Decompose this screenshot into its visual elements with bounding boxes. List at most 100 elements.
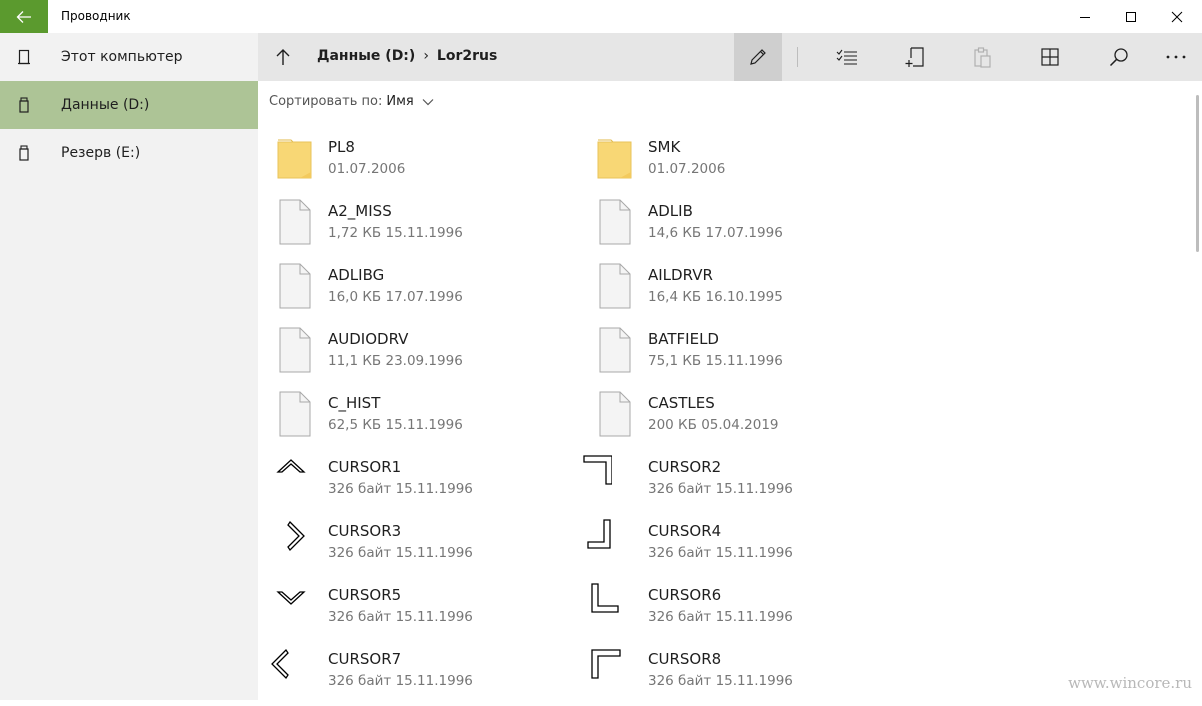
file-name: AUDIODRV (328, 330, 409, 348)
sidebar-item-this-pc[interactable]: Этот компьютер (0, 33, 258, 81)
cursor-icon (268, 646, 308, 696)
paste-icon (974, 47, 991, 68)
watermark: www.wincore.ru (1068, 674, 1192, 692)
cursor-icon (276, 518, 316, 568)
file-icon (276, 198, 316, 248)
file-name: CURSOR1 (328, 458, 402, 476)
file-item[interactable]: CURSOR1 326 байт 15.11.1996 (276, 454, 576, 514)
command-bar: Данные (D:) › Lor2rus (258, 33, 1202, 81)
sidebar-item-label: Резерв (E:) (61, 145, 141, 161)
app-title: Проводник (61, 9, 131, 23)
arrow-left-icon (16, 10, 31, 23)
file-icon (596, 198, 636, 248)
cursor-icon (572, 454, 613, 504)
more-icon (1166, 55, 1186, 59)
new-item-icon (905, 47, 924, 67)
chevron-down-icon (422, 98, 434, 105)
file-name: BATFIELD (648, 330, 719, 348)
file-item[interactable]: BATFIELD 75,1 КБ 15.11.1996 (596, 326, 896, 386)
file-item[interactable]: AILDRVR 16,4 КБ 16.10.1995 (596, 262, 896, 322)
file-name: A2_MISS (328, 202, 392, 220)
minimize-button[interactable] (1062, 0, 1108, 33)
scrollbar[interactable] (1196, 95, 1199, 252)
folder-icon (596, 134, 636, 184)
cursor-icon (590, 582, 630, 632)
file-item[interactable]: CURSOR5 326 байт 15.11.1996 (276, 582, 576, 642)
file-meta: 62,5 КБ 15.11.1996 (328, 417, 463, 433)
file-item[interactable]: AUDIODRV 11,1 КБ 23.09.1996 (276, 326, 576, 386)
file-name: CURSOR5 (328, 586, 402, 604)
breadcrumb-item-drive[interactable]: Данные (D:) (317, 48, 415, 64)
more-button[interactable] (1152, 33, 1200, 81)
drive-icon (19, 97, 29, 113)
file-name: CURSOR2 (648, 458, 722, 476)
file-meta: 16,0 КБ 17.07.1996 (328, 289, 463, 305)
view-button[interactable] (1026, 33, 1074, 81)
file-meta: 200 КБ 05.04.2019 (648, 417, 779, 433)
file-item[interactable]: CURSOR2 326 байт 15.11.1996 (583, 454, 896, 514)
file-item[interactable]: C_HIST 62,5 КБ 15.11.1996 (276, 390, 576, 450)
file-meta: 14,6 КБ 17.07.1996 (648, 225, 783, 241)
folder-icon (276, 134, 316, 184)
file-meta: 326 байт 15.11.1996 (648, 545, 793, 561)
close-button[interactable] (1154, 0, 1200, 33)
folder-item[interactable]: PL8 01.07.2006 (276, 134, 576, 194)
file-name: C_HIST (328, 394, 381, 412)
sidebar-item-drive-d[interactable]: Данные (D:) (0, 81, 258, 129)
edit-icon (750, 49, 766, 65)
file-name: CURSOR8 (648, 650, 722, 668)
file-meta: 326 байт 15.11.1996 (648, 609, 793, 625)
title-bar: Проводник (0, 0, 1202, 34)
computer-icon (18, 49, 30, 65)
file-item[interactable]: CURSOR3 326 байт 15.11.1996 (276, 518, 576, 578)
file-name: CURSOR3 (328, 522, 402, 540)
sidebar-item-drive-e[interactable]: Резерв (E:) (0, 129, 258, 177)
cursor-icon (276, 582, 316, 632)
file-item[interactable]: A2_MISS 1,72 КБ 15.11.1996 (276, 198, 576, 258)
breadcrumb-item-folder[interactable]: Lor2rus (437, 48, 497, 64)
file-name: CURSOR7 (328, 650, 402, 668)
file-meta: 326 байт 15.11.1996 (328, 609, 473, 625)
file-item[interactable]: CURSOR8 326 байт 15.11.1996 (591, 646, 896, 706)
file-item[interactable]: ADLIB 14,6 КБ 17.07.1996 (596, 198, 896, 258)
file-icon (276, 262, 316, 312)
file-meta: 01.07.2006 (648, 161, 726, 177)
search-button[interactable] (1095, 33, 1143, 81)
file-meta: 326 байт 15.11.1996 (328, 481, 473, 497)
file-item[interactable]: CASTLES 200 КБ 05.04.2019 (596, 390, 896, 450)
file-item[interactable]: CURSOR4 326 байт 15.11.1996 (587, 518, 896, 578)
file-meta: 11,1 КБ 23.09.1996 (328, 353, 463, 369)
maximize-button[interactable] (1108, 0, 1154, 33)
up-button[interactable] (268, 42, 298, 72)
close-icon (1171, 11, 1183, 22)
file-name: AILDRVR (648, 266, 713, 284)
file-icon (276, 326, 316, 376)
file-name: ADLIBG (328, 266, 385, 284)
file-icon (596, 390, 636, 440)
breadcrumb-separator: › (423, 48, 429, 64)
sort-selector[interactable]: Сортировать по: Имя (269, 94, 434, 109)
file-item[interactable]: CURSOR6 326 байт 15.11.1996 (591, 582, 896, 642)
select-button[interactable] (823, 33, 871, 81)
paste-button[interactable] (958, 33, 1006, 81)
file-name: SMK (648, 138, 681, 156)
maximize-icon (1126, 11, 1136, 22)
file-name: PL8 (328, 138, 355, 156)
edit-button[interactable] (734, 33, 782, 81)
new-item-button[interactable] (891, 33, 939, 81)
back-button[interactable] (0, 0, 48, 33)
file-meta: 326 байт 15.11.1996 (648, 673, 793, 689)
breadcrumb: Данные (D:) › Lor2rus (317, 48, 497, 64)
file-name: CURSOR4 (648, 522, 722, 540)
drive-icon (19, 145, 29, 161)
cursor-icon (276, 454, 316, 504)
file-meta: 01.07.2006 (328, 161, 406, 177)
cursor-icon (590, 646, 630, 696)
file-meta: 326 байт 15.11.1996 (648, 481, 793, 497)
grid-view-icon (1041, 48, 1059, 66)
file-item[interactable]: CURSOR7 326 байт 15.11.1996 (271, 646, 576, 706)
cursor-icon (576, 518, 616, 568)
file-icon (596, 326, 636, 376)
folder-item[interactable]: SMK 01.07.2006 (596, 134, 896, 194)
file-item[interactable]: ADLIBG 16,0 КБ 17.07.1996 (276, 262, 576, 322)
